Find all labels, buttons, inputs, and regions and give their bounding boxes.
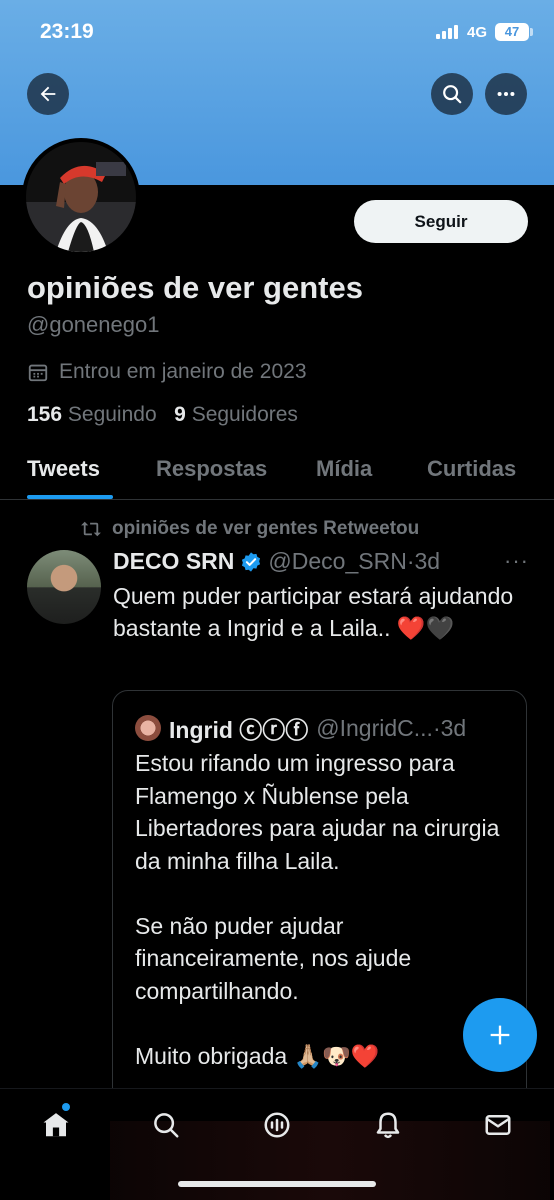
follow-counts: 156 Seguindo 9 Seguidores (27, 403, 298, 427)
profile-handle: @gonenego1 (27, 312, 160, 337)
tweet-author-handle[interactable]: @Deco_SRN (268, 548, 406, 575)
nav-home[interactable] (36, 1105, 76, 1145)
retweet-label: opiniões de ver gentes Retweetou (112, 518, 420, 539)
nav-spaces[interactable] (257, 1105, 297, 1145)
joined-date: Entrou em janeiro de 2023 (27, 360, 307, 384)
quoted-tweet-time: ·3d (432, 714, 467, 741)
nav-search[interactable] (146, 1105, 186, 1145)
arrow-left-icon (40, 86, 56, 102)
more-button[interactable] (485, 73, 527, 115)
more-icon (497, 91, 515, 97)
quoted-tweet-text: Estou rifando um ingresso para Flamengo … (135, 750, 500, 1069)
tab-respostas[interactable]: Respostas (156, 456, 267, 482)
battery-icon: 47 (495, 23, 529, 41)
home-notification-dot (62, 1103, 70, 1111)
profile-avatar[interactable] (22, 138, 140, 256)
network-label: 4G (467, 24, 488, 41)
tab-tweets[interactable]: Tweets (27, 456, 100, 482)
following-count: 156 (27, 403, 63, 426)
joined-label: Entrou em janeiro de 2023 (59, 360, 307, 383)
following-label: Seguindo (67, 403, 157, 426)
retweet-context[interactable]: opiniões de ver gentes Retweetou (80, 518, 419, 540)
quoted-tweet-header: Ingrid ⓒⓡⓕ @IngridC... ·3d (135, 711, 466, 745)
following-link[interactable]: 156 Seguindo (27, 403, 157, 426)
tweet-header: DECO SRN @Deco_SRN ·3d (113, 548, 440, 575)
home-icon (43, 1113, 69, 1137)
search-button[interactable] (431, 73, 473, 115)
verified-badge-icon (242, 551, 261, 572)
mail-icon (485, 1115, 511, 1135)
quoted-author-avatar (135, 715, 161, 741)
follow-button[interactable]: Seguir (354, 200, 528, 243)
bell-icon (376, 1112, 400, 1139)
plus-icon (490, 1025, 510, 1045)
followers-link[interactable]: 9 Seguidores (174, 403, 298, 426)
tab-midia[interactable]: Mídia (316, 456, 372, 482)
quoted-author-handle: @IngridC... (316, 714, 433, 741)
calendar-icon (28, 364, 48, 382)
tweet-text: Quem puder participar estará ajudando ba… (113, 583, 514, 641)
avatar-image (26, 142, 136, 252)
followers-count: 9 (174, 403, 186, 426)
tweet-author-name[interactable]: DECO SRN (113, 548, 234, 575)
back-button[interactable] (27, 73, 69, 115)
active-tab-indicator (27, 495, 113, 499)
tweet-time: ·3d (406, 548, 441, 574)
status-time: 23:19 (40, 20, 94, 43)
status-bar: 23:19 4G 47 (0, 0, 554, 66)
compose-button[interactable] (463, 998, 537, 1072)
home-indicator[interactable] (178, 1181, 376, 1187)
nav-messages[interactable] (478, 1105, 518, 1145)
battery-tip (530, 28, 533, 36)
followers-label: Seguidores (191, 403, 298, 426)
search-icon (154, 1113, 179, 1138)
signal-icon (436, 25, 458, 39)
profile-tabs: Tweets Respostas Mídia Curtidas (0, 440, 554, 500)
tab-curtidas[interactable]: Curtidas (427, 456, 516, 482)
retweet-icon (81, 521, 101, 537)
tweet-author-avatar[interactable] (27, 550, 101, 624)
tweet-more-icon[interactable]: ··· (504, 548, 529, 574)
quoted-author-name: Ingrid ⓒⓡⓕ (169, 717, 309, 743)
search-icon (443, 85, 462, 104)
profile-name: opiniões de ver gentes (27, 270, 363, 305)
nav-notifications[interactable] (368, 1105, 408, 1145)
spaces-icon (264, 1112, 290, 1138)
